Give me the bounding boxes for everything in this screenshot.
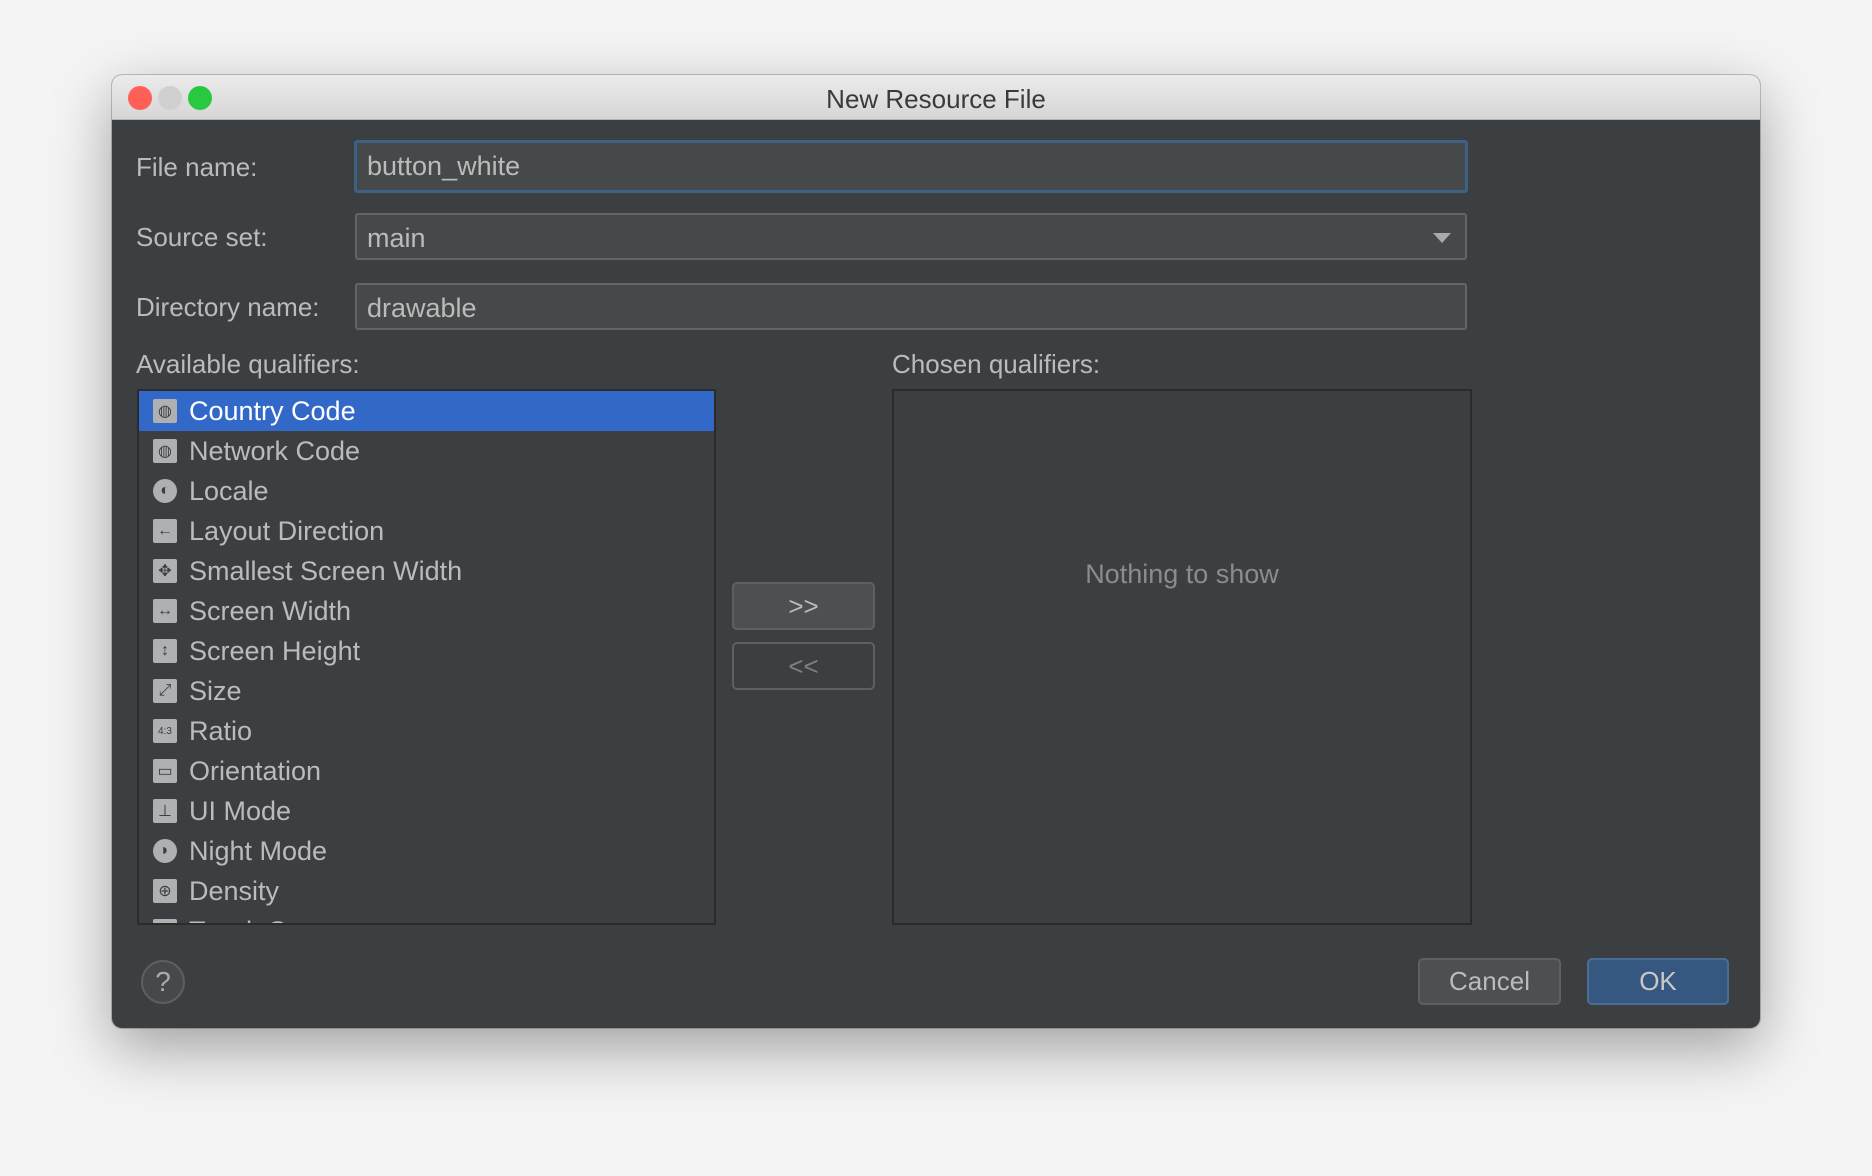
chosen-qualifiers-list[interactable]: Nothing to show [892, 389, 1472, 925]
country-code-icon: ◍ [153, 399, 177, 423]
cancel-button[interactable]: Cancel [1418, 958, 1561, 1005]
qualifier-item[interactable]: ◐ Locale [139, 471, 714, 511]
new-resource-file-dialog: New Resource File File name: button_whit… [112, 75, 1760, 1028]
empty-state-text: Nothing to show [1085, 559, 1279, 589]
qualifier-item[interactable]: ← Layout Direction [139, 511, 714, 551]
qualifier-label: Orientation [189, 755, 322, 786]
ratio-icon: 4:3 [153, 719, 177, 743]
ui-mode-icon: ⊥ [153, 799, 177, 823]
source-set-value: main [367, 223, 426, 253]
qualifier-label: Density [189, 875, 280, 906]
remove-qualifier-button[interactable]: << [732, 642, 875, 690]
directory-name-input[interactable]: drawable [355, 283, 1467, 330]
qualifier-item[interactable]: ↕ Screen Height [139, 631, 714, 671]
qualifier-label: Ratio [189, 715, 253, 746]
orientation-icon: ▭ [153, 759, 177, 783]
title-bar: New Resource File [112, 75, 1760, 120]
ok-button[interactable]: OK [1587, 958, 1729, 1005]
qualifier-item[interactable]: ⊥ UI Mode [139, 791, 714, 831]
add-qualifier-button[interactable]: >> [732, 582, 875, 630]
qualifier-label: Screen Width [189, 595, 352, 626]
qualifier-label: Locale [189, 475, 269, 506]
qualifier-label: Touch Screen [189, 916, 354, 924]
chevron-down-icon [1433, 233, 1451, 243]
file-name-label: File name: [136, 152, 258, 182]
qualifier-item[interactable]: ↔ Screen Width [139, 591, 714, 631]
globe-icon: ◐ [153, 479, 177, 503]
qualifier-item[interactable]: ◍ Network Code [139, 431, 714, 471]
available-qualifiers-label: Available qualifiers: [136, 349, 360, 379]
qualifier-label: Smallest Screen Width [189, 555, 463, 586]
qualifier-label: Layout Direction [189, 515, 385, 546]
qualifier-label: Network Code [189, 435, 361, 466]
chosen-qualifiers-label: Chosen qualifiers: [892, 349, 1101, 379]
qualifier-item[interactable]: ◗ Night Mode [139, 831, 714, 871]
qualifier-item[interactable]: ⤢ Size [139, 671, 714, 711]
qualifier-label: Night Mode [189, 835, 328, 866]
diagonal-arrows-icon: ⤢ [153, 679, 177, 703]
source-set-dropdown[interactable]: main [355, 213, 1467, 260]
qualifier-label: Country Code [189, 395, 356, 426]
arrow-left-icon: ← [153, 519, 177, 543]
window-title: New Resource File [826, 84, 1046, 114]
qualifier-label: Screen Height [189, 635, 361, 666]
density-icon: ⊕ [153, 879, 177, 903]
moon-icon: ◗ [153, 839, 177, 863]
touch-icon: ☝ [153, 919, 177, 923]
help-button[interactable]: ? [141, 960, 185, 1004]
qualifier-item[interactable]: 4:3 Ratio [139, 711, 714, 751]
file-name-input[interactable]: button_white [354, 140, 1468, 193]
qualifier-label: UI Mode [189, 795, 292, 826]
horizontal-arrows-icon: ↔ [153, 599, 177, 623]
network-code-icon: ◍ [153, 439, 177, 463]
available-qualifiers-list[interactable]: ◍ Country Code ◍ Network Code ◐ Locale ← Layout… [137, 389, 716, 925]
qualifier-label: Size [189, 675, 242, 706]
directory-name-label: Directory name: [136, 292, 320, 322]
source-set-label: Source set: [136, 222, 268, 252]
qualifier-item[interactable]: ▭ Orientation [139, 751, 714, 791]
qualifier-item[interactable]: ◍ Country Code [139, 391, 714, 431]
move-arrows-icon: ✥ [153, 559, 177, 583]
vertical-arrows-icon: ↕ [153, 639, 177, 663]
qualifier-item[interactable]: ⊕ Density [139, 871, 714, 911]
qualifier-item[interactable]: ☝ Touch Screen [139, 911, 714, 924]
qualifier-item[interactable]: ✥ Smallest Screen Width [139, 551, 714, 591]
